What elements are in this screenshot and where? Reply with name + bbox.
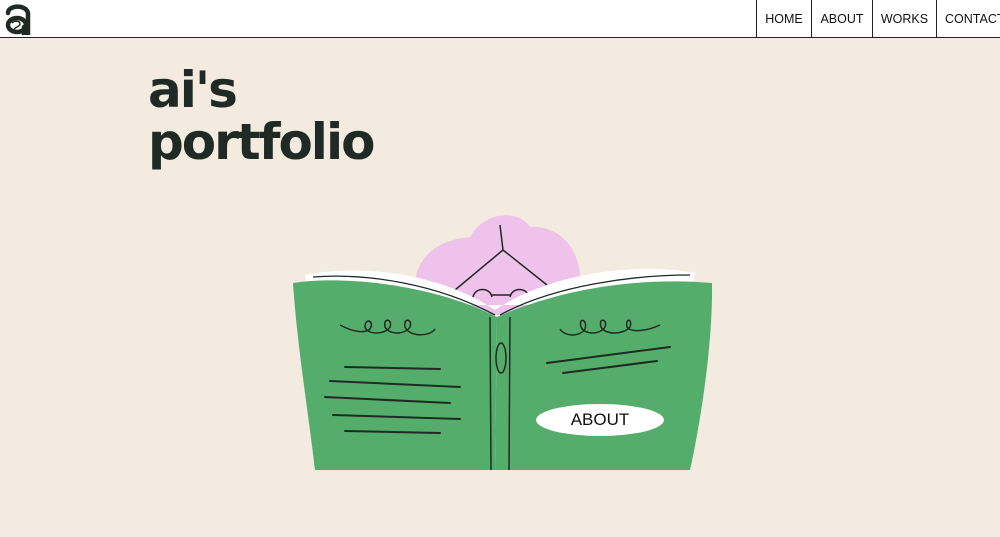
about-button[interactable]: ABOUT: [536, 404, 664, 436]
title-line-2: portfolio: [148, 113, 375, 171]
title-line-1: ai's: [148, 61, 238, 119]
main-nav: HOME ABOUT WORKS CONTACT: [756, 0, 1000, 38]
page-title: ai's portfolio: [148, 61, 375, 171]
nav-contact[interactable]: CONTACT: [936, 0, 1000, 37]
reading-book-illustration: [293, 215, 713, 471]
top-header: HOME ABOUT WORKS CONTACT: [0, 0, 1000, 38]
nav-about[interactable]: ABOUT: [811, 0, 872, 37]
nav-works[interactable]: WORKS: [872, 0, 936, 37]
nav-home[interactable]: HOME: [756, 0, 811, 37]
book-left-cover: [293, 280, 497, 470]
book-right-cover: [495, 281, 713, 470]
a-logo-icon[interactable]: [2, 3, 34, 35]
